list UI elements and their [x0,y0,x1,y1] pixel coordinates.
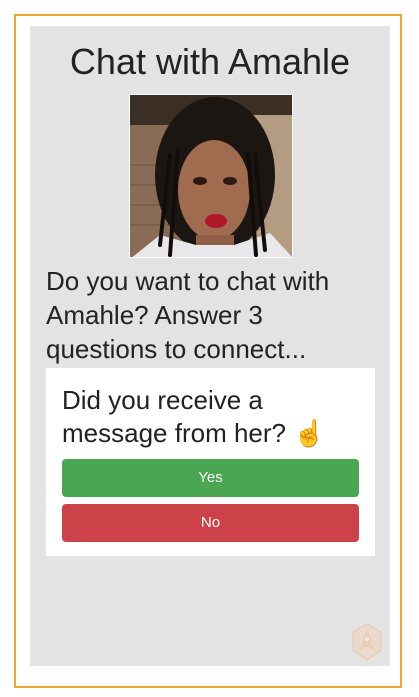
question-card: Did you receive a message from her? ☝️ Y… [46,368,375,556]
question-text: Did you receive a message from her? ☝️ [62,384,362,450]
question-label: Did you receive a message from her? [62,385,286,448]
main-panel: Chat with Amahle Do you want to chat wit… [30,26,390,666]
page-frame: Chat with Amahle Do you want to chat wit… [14,14,402,688]
profile-photo [129,94,293,258]
no-button[interactable]: No [62,504,359,542]
yes-button[interactable]: Yes [62,459,359,497]
pointing-up-emoji: ☝️ [293,418,326,448]
rocket-icon [350,622,384,662]
page-title: Chat with Amahle [69,41,351,82]
chat-prompt-text: Do you want to chat with Amahle? Answer … [46,266,330,364]
